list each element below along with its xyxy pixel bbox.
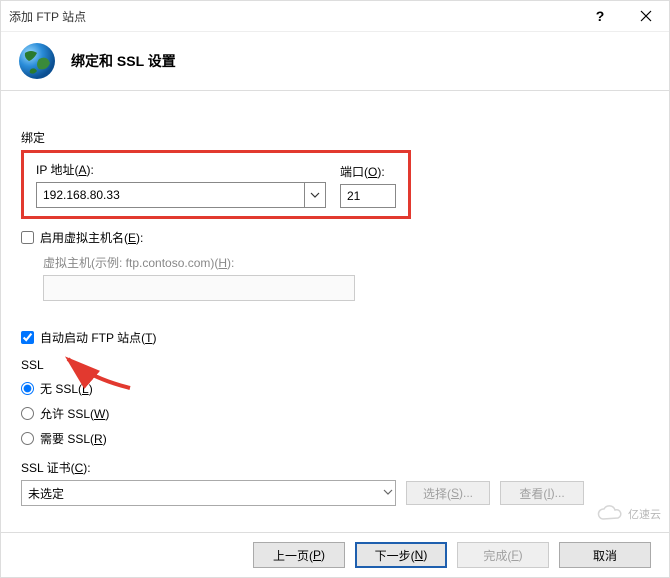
wizard-header: 绑定和 SSL 设置 [1,32,669,91]
ssl-allow-radio[interactable] [21,407,34,420]
wizard-footer: 上一页(P) 下一步(N) 完成(F) 取消 [1,532,669,577]
title-bar: 添加 FTP 站点 ? [1,1,669,32]
watermark-text: 亿速云 [628,506,661,522]
ip-combo[interactable] [36,182,326,208]
next-button[interactable]: 下一步(N) [355,542,447,568]
cert-view-button: 查看(I)... [500,481,584,505]
enable-virtual-host-checkbox[interactable] [21,231,34,244]
auto-start-checkbox[interactable] [21,331,34,344]
enable-virtual-host-label: 启用虚拟主机名(E): [40,229,143,246]
ssl-allow-row[interactable]: 允许 SSL(W) [21,405,649,422]
port-label: 端口(O): [340,163,396,180]
cancel-button[interactable]: 取消 [559,542,651,568]
help-icon[interactable]: ? [577,1,623,31]
ip-dropdown-button[interactable] [304,183,325,207]
ssl-require-radio[interactable] [21,432,34,445]
cloud-icon [596,505,624,523]
ip-input[interactable] [37,183,304,207]
chevron-down-icon [383,486,393,500]
cert-row: 未选定 选择(S)... 查看(I)... [21,480,649,506]
ssl-none-label: 无 SSL(L) [40,380,93,397]
ssl-allow-label: 允许 SSL(W) [40,405,109,422]
virtual-host-hint-label: 虚拟主机(示例: ftp.contoso.com)(H): [43,254,649,271]
port-input[interactable] [340,184,396,208]
port-field: 端口(O): [340,163,396,208]
cert-label: SSL 证书(C): [21,459,649,476]
ssl-section-label: SSL [21,358,649,372]
cert-select-button: 选择(S)... [406,481,490,505]
window-title: 添加 FTP 站点 [9,8,86,25]
ssl-none-row[interactable]: 无 SSL(L) [21,380,649,397]
cert-select[interactable]: 未选定 [21,480,396,506]
ssl-require-row[interactable]: 需要 SSL(R) [21,430,649,447]
page-title: 绑定和 SSL 设置 [71,51,176,71]
prev-button[interactable]: 上一页(P) [253,542,345,568]
binding-highlight-box: IP 地址(A): 端口(O): [21,150,411,219]
auto-start-label: 自动启动 FTP 站点(T) [40,329,156,346]
enable-virtual-host-row[interactable]: 启用虚拟主机名(E): [21,229,649,246]
auto-start-row[interactable]: 自动启动 FTP 站点(T) [21,329,649,346]
ip-label: IP 地址(A): [36,161,326,178]
virtual-host-subblock: 虚拟主机(示例: ftp.contoso.com)(H): [43,254,649,301]
ssl-require-label: 需要 SSL(R) [40,430,107,447]
wizard-window: 添加 FTP 站点 ? 绑定和 SSL 设置 绑定 [0,0,670,578]
close-icon[interactable] [623,1,669,31]
watermark: 亿速云 [596,505,661,523]
ip-field: IP 地址(A): [36,161,326,208]
window-buttons: ? [577,1,669,31]
virtual-host-input [43,275,355,301]
ssl-section: SSL 无 SSL(L) 允许 SSL(W) 需要 SSL(R) SSL 证书(… [21,358,649,506]
ssl-none-radio[interactable] [21,382,34,395]
cert-selected-value: 未选定 [28,485,64,502]
wizard-body: 绑定 IP 地址(A): 端口(O): 启用虚拟主机名(E): 虚拟主机( [1,93,669,531]
binding-section-label: 绑定 [21,129,649,146]
finish-button: 完成(F) [457,542,549,568]
globe-icon [17,41,57,81]
